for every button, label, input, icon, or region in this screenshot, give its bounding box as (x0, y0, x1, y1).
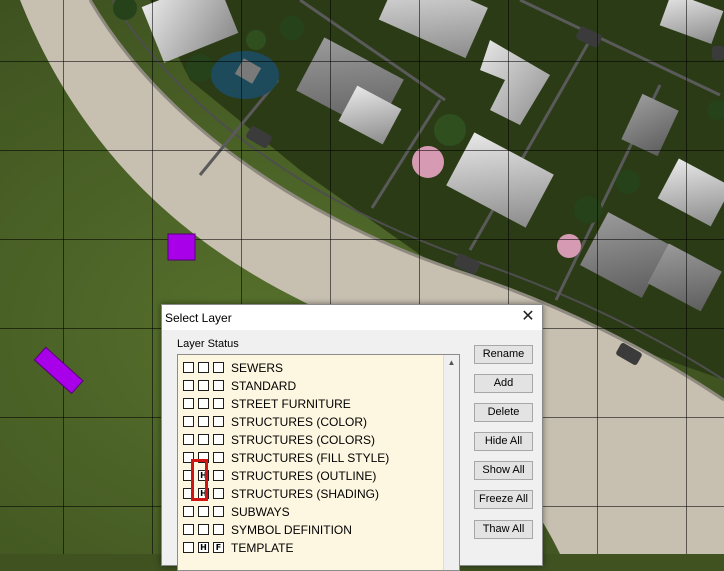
layer-flag-checkbox[interactable] (213, 506, 224, 517)
layer-flag-checkbox[interactable] (213, 434, 224, 445)
layer-flag-checkbox[interactable] (183, 434, 194, 445)
scroll-up-icon[interactable]: ▲ (444, 355, 459, 370)
highlight-annotation (191, 459, 208, 501)
dialog-titlebar[interactable]: Select Layer ✕ (162, 305, 542, 330)
rename-button[interactable]: Rename (474, 345, 533, 364)
layer-name: STRUCTURES (OUTLINE) (231, 469, 377, 483)
layer-flag-checkbox[interactable] (198, 524, 209, 535)
hide-all-button[interactable]: Hide All (474, 432, 533, 451)
layer-list[interactable]: SEWERS STANDARD STREET FURNITURE STRUCTU… (177, 354, 460, 571)
layer-name: STREET FURNITURE (231, 397, 351, 411)
layer-name: TEMPLATE (231, 541, 294, 555)
layer-name: STRUCTURES (COLOR) (231, 415, 368, 429)
layer-flag-checkbox[interactable] (213, 380, 224, 391)
layer-row[interactable]: STRUCTURES (COLOR) (183, 415, 439, 431)
layer-row[interactable]: H F TEMPLATE (183, 541, 439, 557)
layer-row[interactable]: SEWERS (183, 361, 439, 377)
layer-flag-checkbox[interactable] (183, 380, 194, 391)
layer-flag-checkbox[interactable] (183, 542, 194, 553)
layer-flag-checkbox[interactable] (213, 362, 224, 373)
layer-flag-checkbox[interactable] (198, 362, 209, 373)
layer-flag-checkbox[interactable] (198, 434, 209, 445)
layer-name: SYMBOL DEFINITION (231, 523, 352, 537)
layer-status-label: Layer Status (177, 338, 239, 350)
layer-flag-checkbox[interactable] (183, 524, 194, 535)
dialog-title: Select Layer (165, 311, 232, 325)
layer-flag-checkbox[interactable]: F (213, 542, 224, 553)
layer-name: SUBWAYS (231, 505, 290, 519)
layer-flag-checkbox[interactable] (198, 398, 209, 409)
layer-row[interactable]: STRUCTURES (COLORS) (183, 433, 439, 449)
select-layer-dialog: Select Layer ✕ Layer Status SEWERS STAND… (161, 304, 543, 571)
layer-name: SEWERS (231, 361, 284, 375)
layer-name: STRUCTURES (FILL STYLE) (231, 451, 390, 465)
layer-row[interactable]: STANDARD (183, 379, 439, 395)
layer-flag-checkbox[interactable] (198, 416, 209, 427)
layer-flag-checkbox[interactable] (183, 398, 194, 409)
layer-row[interactable]: H STRUCTURES (SHADING) (183, 487, 439, 503)
add-button[interactable]: Add (474, 374, 533, 393)
layer-flag-checkbox[interactable]: H (198, 542, 209, 553)
thaw-all-button[interactable]: Thaw All (474, 520, 533, 539)
layer-flag-checkbox[interactable] (213, 488, 224, 499)
layer-flag-checkbox[interactable] (213, 452, 224, 463)
layer-flag-checkbox[interactable] (213, 524, 224, 535)
layer-flag-checkbox[interactable] (183, 506, 194, 517)
layer-flag-checkbox[interactable] (183, 362, 194, 373)
layer-flag-checkbox[interactable] (213, 470, 224, 481)
layer-name: STANDARD (231, 379, 297, 393)
delete-button[interactable]: Delete (474, 403, 533, 422)
layer-flag-checkbox[interactable] (198, 506, 209, 517)
close-icon[interactable]: ✕ (516, 307, 540, 327)
layer-row[interactable]: SUBWAYS (183, 505, 439, 521)
layer-row[interactable]: SYMBOL DEFINITION (183, 523, 439, 539)
show-all-button[interactable]: Show All (474, 461, 533, 480)
layer-flag-checkbox[interactable] (183, 416, 194, 427)
layer-name: STRUCTURES (SHADING) (231, 487, 380, 501)
layer-flag-checkbox[interactable] (213, 416, 224, 427)
purple-square-token[interactable] (167, 233, 196, 261)
layer-flag-checkbox[interactable] (213, 398, 224, 409)
layer-row[interactable]: STRUCTURES (FILL STYLE) (183, 451, 439, 467)
layer-flag-checkbox[interactable] (198, 380, 209, 391)
layer-row[interactable]: STREET FURNITURE (183, 397, 439, 413)
layer-row[interactable]: H STRUCTURES (OUTLINE) (183, 469, 439, 485)
layer-name: STRUCTURES (COLORS) (231, 433, 376, 447)
list-scrollbar[interactable]: ▲ (443, 355, 459, 570)
freeze-all-button[interactable]: Freeze All (474, 490, 533, 509)
